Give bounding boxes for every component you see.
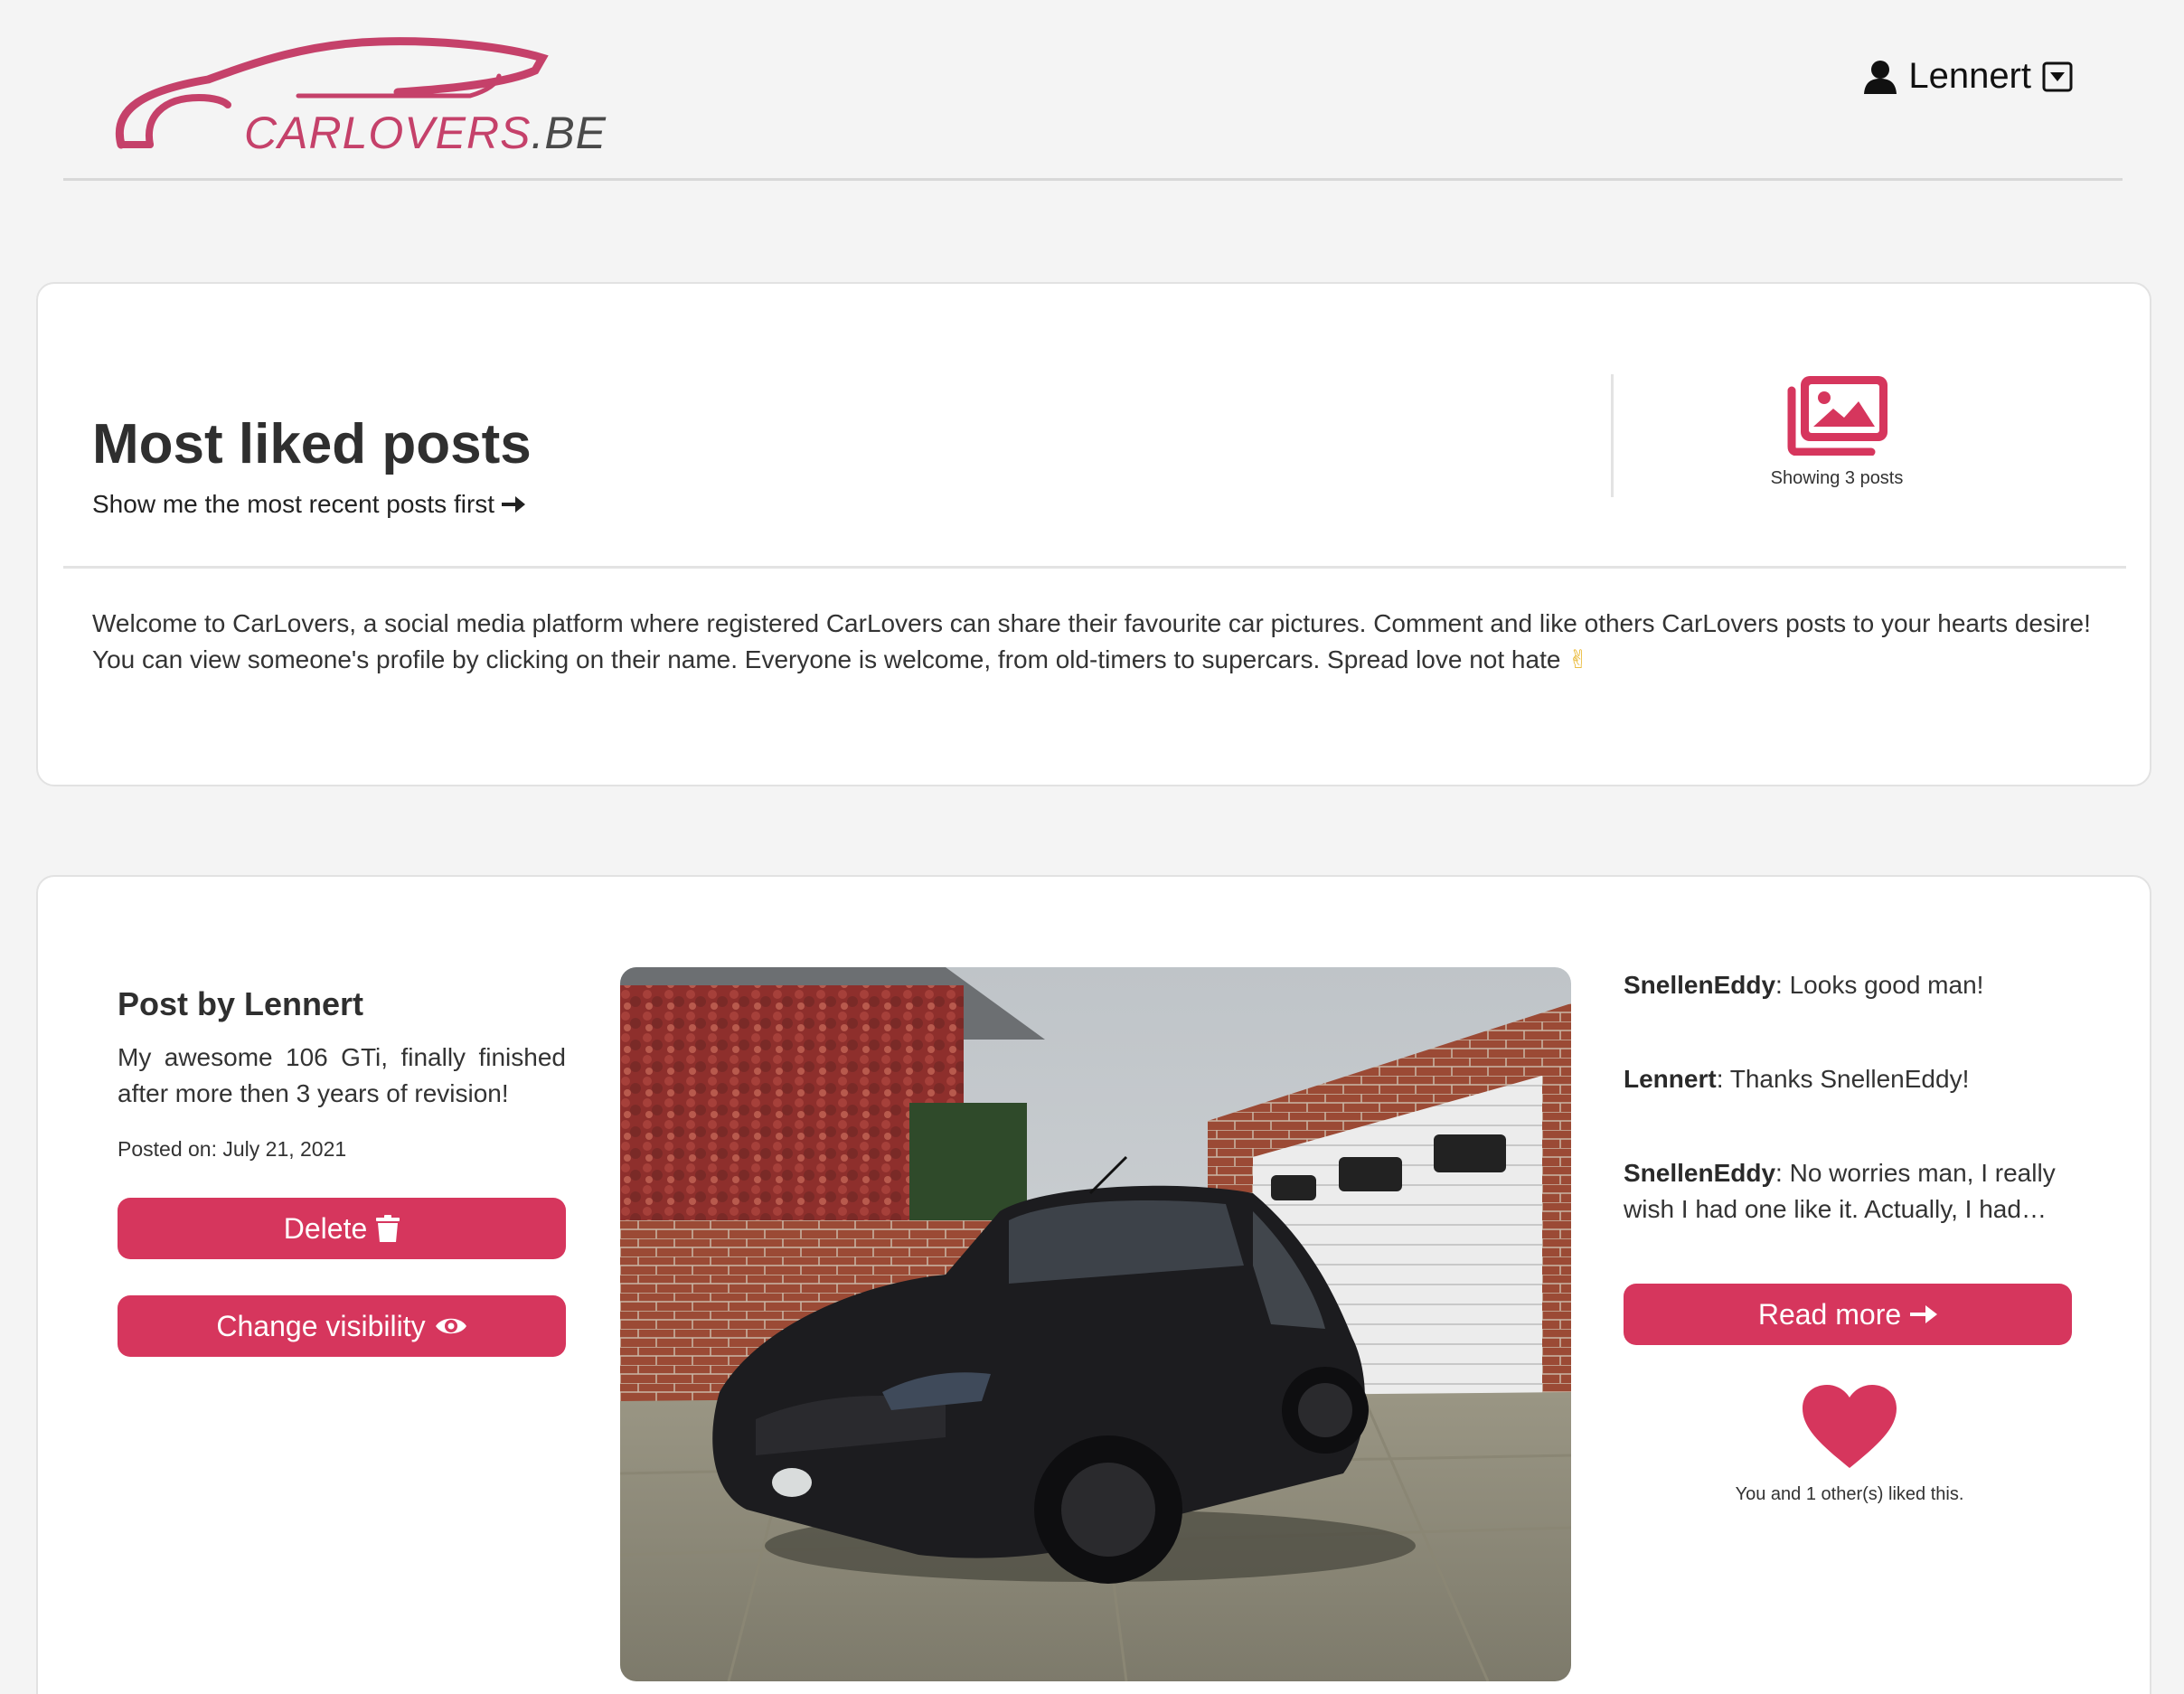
intro-card: Most liked posts Show me the most recent…	[36, 282, 2151, 786]
comment-user[interactable]: Lennert	[1624, 1065, 1717, 1093]
post-card: Post by Lennert My awesome 106 GTi, fina…	[36, 875, 2151, 1694]
comment-item: Lennert: Thanks SnellenEddy!	[1624, 1061, 2076, 1097]
change-visibility-button[interactable]: Change visibility	[118, 1295, 566, 1357]
page-title: Most liked posts	[92, 413, 532, 475]
section-divider	[63, 566, 2126, 569]
dropdown-caret-icon[interactable]	[2042, 61, 2073, 92]
heart-icon[interactable]	[1803, 1385, 1897, 1470]
delete-button[interactable]: Delete	[118, 1198, 566, 1259]
header-divider	[1611, 374, 1614, 497]
likes-section: You and 1 other(s) liked this.	[1624, 1385, 2076, 1505]
posts-stats: Showing 3 posts	[1701, 374, 1972, 489]
welcome-text: Welcome to CarLovers, a social media pla…	[92, 606, 2099, 678]
images-icon	[1787, 376, 1887, 456]
comment-user[interactable]: SnellenEddy	[1624, 1159, 1775, 1187]
delete-button-label: Delete	[283, 1211, 368, 1245]
comment-item: SnellenEddy: No worries man, I really wi…	[1624, 1155, 2076, 1228]
logo-brand: CARLOVERS	[244, 108, 532, 158]
sort-recent-link[interactable]: Show me the most recent posts first	[92, 490, 526, 519]
read-more-button[interactable]: Read more	[1624, 1284, 2072, 1345]
post-photo[interactable]	[620, 967, 1571, 1681]
comment-text: : Looks good man!	[1775, 971, 1984, 999]
post-date: Posted on: July 21, 2021	[118, 1137, 347, 1161]
arrow-right-icon	[502, 496, 526, 513]
logo-tld: .BE	[531, 108, 607, 158]
post-details: Post by Lennert My awesome 106 GTi, fina…	[118, 985, 566, 1357]
user-menu[interactable]: Lennert	[1863, 56, 2073, 97]
likes-count-label: You and 1 other(s) liked this.	[1735, 1484, 1964, 1504]
victory-hand-emoji: ✌	[1567, 645, 1589, 674]
username-label: Lennert	[1908, 56, 2031, 96]
car-photo	[620, 967, 1571, 1681]
visibility-button-label: Change visibility	[216, 1309, 426, 1342]
welcome-body: Welcome to CarLovers, a social media pla…	[92, 609, 2091, 673]
site-header: CARLOVERS.BE Lennert	[63, 0, 2123, 181]
eye-icon	[435, 1318, 466, 1334]
post-author[interactable]: Post by Lennert	[118, 985, 566, 1023]
logo-wordmark: CARLOVERS.BE	[244, 107, 607, 159]
trash-icon	[376, 1215, 400, 1242]
user-icon	[1864, 60, 1897, 94]
comment-text: : Thanks SnellenEddy!	[1716, 1065, 1970, 1093]
comment-user[interactable]: SnellenEddy	[1624, 971, 1775, 999]
arrow-right-icon	[1910, 1305, 1938, 1323]
sort-link-label: Show me the most recent posts first	[92, 490, 495, 518]
posts-count-label: Showing 3 posts	[1770, 468, 1904, 488]
carlovers-logo[interactable]: CARLOVERS.BE	[108, 36, 615, 158]
comments-section: SnellenEddy: Looks good man! Lennert: Th…	[1624, 967, 2076, 1505]
post-caption: My awesome 106 GTi, finally finished aft…	[118, 1043, 566, 1107]
read-more-label: Read more	[1757, 1297, 1902, 1331]
comment-item: SnellenEddy: Looks good man!	[1624, 967, 2076, 1003]
